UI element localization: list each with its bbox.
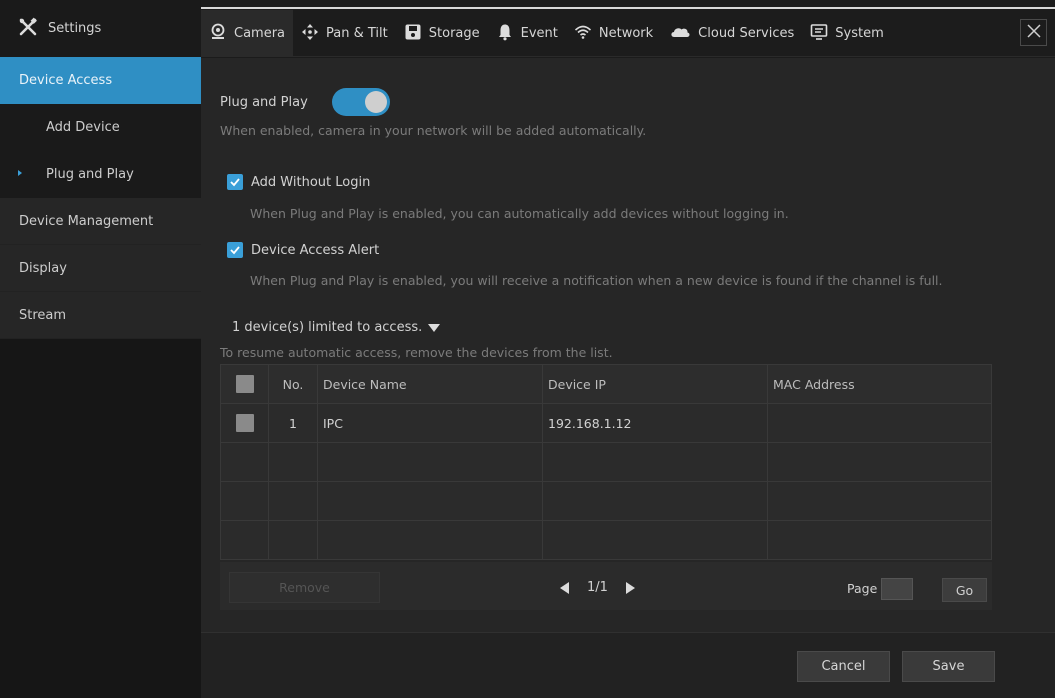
toggle-knob <box>364 91 387 113</box>
row-device-name: IPC <box>318 404 543 442</box>
sidebar-item-plug-and-play[interactable]: Plug and Play <box>0 151 201 198</box>
next-page-icon[interactable] <box>625 581 635 594</box>
close-button[interactable] <box>1020 19 1047 46</box>
tab-event[interactable]: Event <box>488 10 566 57</box>
page-number-input[interactable] <box>881 578 913 600</box>
add-without-login-option[interactable]: Add Without Login <box>227 174 370 190</box>
limited-devices-hint: To resume automatic access, remove the d… <box>220 345 613 360</box>
go-button[interactable]: Go <box>942 578 987 602</box>
storage-icon <box>404 23 422 45</box>
tab-label: System <box>835 26 884 41</box>
tab-camera[interactable]: Camera <box>201 10 294 57</box>
top-divider <box>201 7 1055 9</box>
limited-devices-toggle[interactable]: 1 device(s) limited to access. <box>232 320 441 335</box>
sidebar-title: Settings <box>48 21 102 36</box>
row-device-ip: 192.168.1.12 <box>543 404 768 442</box>
cloud-icon <box>669 23 691 45</box>
tab-label: Pan & Tilt <box>326 26 388 41</box>
row-mac-address <box>768 404 991 442</box>
plug-and-play-hint: When enabled, camera in your network wil… <box>220 123 647 138</box>
wifi-icon <box>574 23 592 45</box>
table-row[interactable]: 1 IPC 192.168.1.12 <box>221 404 991 443</box>
device-access-alert-option[interactable]: Device Access Alert <box>227 242 379 258</box>
limited-devices-label: 1 device(s) limited to access. <box>232 320 423 335</box>
tab-network[interactable]: Network <box>566 10 661 57</box>
tab-storage[interactable]: Storage <box>396 10 488 57</box>
bell-icon <box>496 23 514 45</box>
sidebar-item-display[interactable]: Display <box>0 245 201 292</box>
plug-and-play-toggle[interactable] <box>331 88 390 116</box>
select-all-checkbox[interactable] <box>235 375 254 393</box>
sidebar-item-label: Display <box>19 260 67 276</box>
plug-and-play-row: Plug and Play <box>220 88 390 116</box>
table-row-empty <box>221 521 991 559</box>
tab-system[interactable]: System <box>802 10 891 57</box>
sidebar-item-device-management[interactable]: Device Management <box>0 198 201 245</box>
tab-label: Storage <box>428 26 480 41</box>
tools-icon <box>18 17 38 41</box>
sidebar-header: Settings <box>0 0 201 57</box>
header-mac-address: MAC Address <box>773 376 855 392</box>
tab-label: Network <box>598 26 654 41</box>
sidebar: Settings Device Access Add Device Plug a… <box>0 0 201 698</box>
header-device-name: Device Name <box>318 365 543 403</box>
sidebar-item-device-access[interactable]: Device Access <box>0 57 201 104</box>
caret-right-icon <box>18 170 22 176</box>
device-access-alert-hint: When Plug and Play is enabled, you will … <box>250 273 943 288</box>
sidebar-item-label: Device Management <box>19 213 154 229</box>
caret-down-icon <box>428 323 441 332</box>
tab-label: Camera <box>234 26 286 41</box>
sidebar-item-add-device[interactable]: Add Device <box>0 104 201 151</box>
page-label: Page <box>847 581 878 596</box>
device-access-alert-checkbox[interactable] <box>227 242 243 258</box>
monitor-icon <box>810 23 828 45</box>
option-label: Add Without Login <box>251 174 371 190</box>
page-indicator: 1/1 <box>587 580 608 595</box>
remove-button[interactable]: Remove <box>229 572 380 603</box>
top-tab-bar: Camera Pan & Tilt Storage Event Network … <box>201 0 1055 57</box>
sidebar-item-label: Stream <box>19 307 67 323</box>
add-without-login-checkbox[interactable] <box>227 174 243 190</box>
option-label: Device Access Alert <box>251 242 380 258</box>
row-checkbox-cell <box>221 404 269 442</box>
save-button[interactable]: Save <box>902 651 995 682</box>
tab-cloud-services[interactable]: Cloud Services <box>661 10 802 57</box>
plug-and-play-label: Plug and Play <box>220 94 308 110</box>
sidebar-item-label: Add Device <box>46 119 120 135</box>
sidebar-item-label: Plug and Play <box>46 166 134 182</box>
sidebar-item-label: Device Access <box>19 72 113 88</box>
header-device-ip: Device IP <box>543 365 768 403</box>
limited-devices-table: No. Device Name Device IP MAC Address 1 … <box>220 364 992 560</box>
add-without-login-hint: When Plug and Play is enabled, you can a… <box>250 206 789 221</box>
header-checkbox-cell <box>221 365 269 403</box>
camera-icon <box>209 23 227 45</box>
header-no: No. <box>269 365 318 403</box>
close-icon <box>1026 23 1042 43</box>
table-row-empty <box>221 482 991 521</box>
cancel-button[interactable]: Cancel <box>797 651 890 682</box>
row-no: 1 <box>269 404 318 442</box>
tab-label: Cloud Services <box>698 26 795 41</box>
table-header-row: No. Device Name Device IP MAC Address <box>221 365 991 404</box>
pan-tilt-icon <box>301 23 319 45</box>
table-row-empty <box>221 443 991 482</box>
action-bar: Cancel Save <box>201 632 1055 698</box>
row-checkbox[interactable] <box>235 414 254 432</box>
table-footer: Remove 1/1 Page Go <box>220 562 992 610</box>
pagination: 1/1 <box>560 572 635 603</box>
tab-label: Event <box>520 26 558 41</box>
prev-page-icon[interactable] <box>560 581 569 594</box>
tab-list: Camera Pan & Tilt Storage Event Network … <box>201 10 892 57</box>
main-panel: Plug and Play When enabled, camera in yo… <box>201 58 1055 632</box>
sidebar-item-stream[interactable]: Stream <box>0 292 201 339</box>
tab-pan-tilt[interactable]: Pan & Tilt <box>293 10 396 57</box>
